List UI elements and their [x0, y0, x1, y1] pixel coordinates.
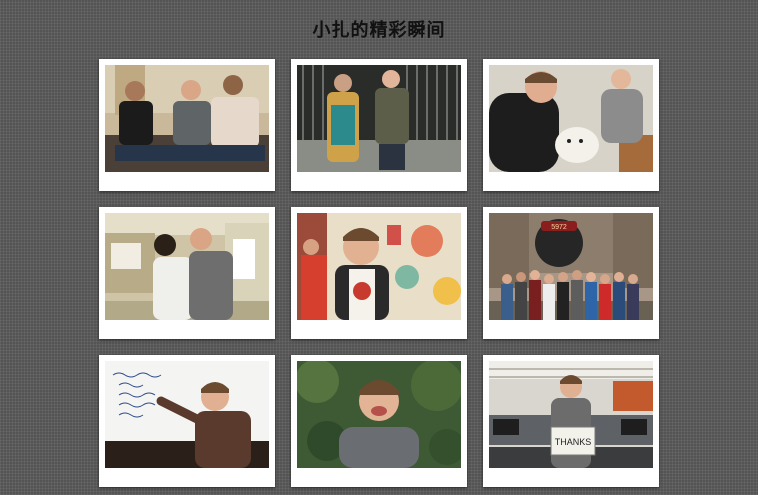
- photo-couple-by-iron-fence[interactable]: [297, 65, 461, 172]
- page-title: 小扎的精彩瞬间: [312, 20, 446, 41]
- photo-card-7[interactable]: [99, 355, 275, 487]
- photo-thanks-sign-office[interactable]: THANKS: [489, 361, 653, 468]
- photo-smiling-by-mural[interactable]: [297, 213, 461, 320]
- photo-holding-white-dog[interactable]: [489, 65, 653, 172]
- photo-card-1[interactable]: [99, 59, 275, 191]
- photo-kiss-at-house[interactable]: [105, 213, 269, 320]
- photo-card-6[interactable]: 5972: [483, 207, 659, 339]
- photo-card-3[interactable]: [483, 59, 659, 191]
- photo-group-at-steam-engine[interactable]: 5972: [489, 213, 653, 320]
- svg-text:5972: 5972: [551, 224, 567, 231]
- photo-card-5[interactable]: [291, 207, 467, 339]
- photo-card-8[interactable]: [291, 355, 467, 487]
- photo-laughing-outdoors[interactable]: [297, 361, 461, 468]
- photo-three-men-on-sofa[interactable]: [105, 65, 269, 172]
- photo-gallery: 5972 THANKS: [99, 59, 660, 487]
- photo-card-4[interactable]: [99, 207, 275, 339]
- photo-card-9[interactable]: THANKS: [483, 355, 659, 487]
- thanks-sign-text: THANKS: [555, 437, 592, 447]
- photo-card-2[interactable]: [291, 59, 467, 191]
- photo-writing-on-whiteboard[interactable]: [105, 361, 269, 468]
